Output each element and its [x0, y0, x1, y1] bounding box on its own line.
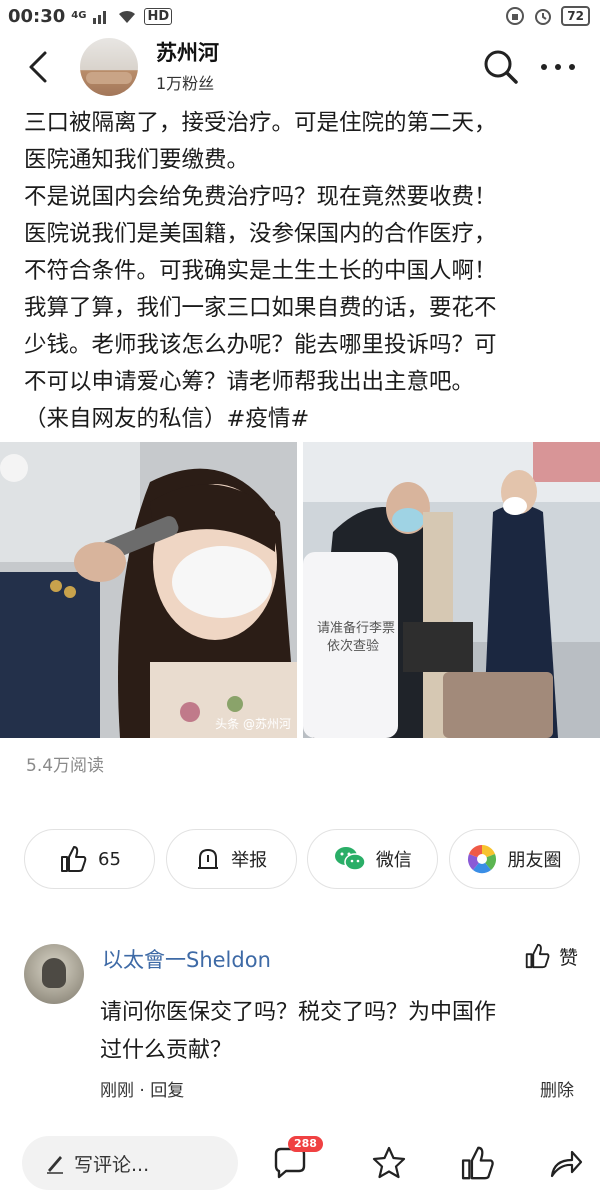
article-line: 不可以申请爱心筹？请老师帮我出出主意吧。 [24, 369, 475, 395]
article-line: 医院说我们是美国籍，没参保国内的合作医疗， [24, 221, 497, 247]
network-indicator: 4G [71, 10, 87, 21]
status-bar: 00:30 4G HD 72 [0, 0, 600, 32]
moments-share-button[interactable]: 朋友圈 [448, 829, 580, 889]
report-icon [198, 848, 219, 869]
wechat-label: 微信 [375, 850, 412, 871]
hd-indicator: HD [144, 7, 173, 25]
share-arrow-icon [550, 1150, 583, 1178]
moments-icon [468, 845, 497, 874]
article-line: 少钱。老师我该怎么办呢？能去哪里投诉吗？可 [24, 332, 497, 358]
comment-count-badge: 288 [288, 1136, 323, 1152]
wifi-icon [119, 10, 136, 23]
search-button[interactable] [482, 48, 520, 86]
pencil-icon [47, 1156, 63, 1174]
share-button[interactable] [546, 1144, 584, 1182]
like-button[interactable]: 65 [24, 829, 155, 889]
image-watermark: 头条 @苏州河 [215, 717, 291, 731]
sign-text-1: 请准备行李票 [317, 620, 395, 636]
article-image-right[interactable]: 请准备行李票 依次查验 [303, 442, 600, 738]
bottom-like-button[interactable] [458, 1144, 496, 1182]
more-button[interactable] [538, 48, 578, 86]
comment-meta[interactable]: 刚刚 · 回复 [100, 1076, 184, 1101]
read-count: 5.4万阅读 [26, 756, 105, 776]
comment-like-button[interactable]: 赞 [523, 942, 578, 970]
comment-delete-button[interactable]: 删除 [540, 1076, 574, 1101]
comment-text: 请问你医保交了吗？税交了吗？为中国作 过什么贡献？ [100, 994, 580, 1070]
write-comment-placeholder: 写评论... [74, 1153, 150, 1176]
header: 苏州河 1万粉丝 [0, 32, 600, 102]
airport-photo: 请准备行李票 依次查验 [303, 442, 600, 738]
article-line: 医院通知我们要缴费。 [24, 147, 250, 173]
search-icon [484, 50, 518, 84]
author-info[interactable]: 苏州河 1万粉丝 [156, 40, 219, 94]
comment-text-line: 过什么贡献？ [100, 1038, 233, 1063]
article-body: 我被隔离了，医院就被通知我们一家三口都需要隔离 三口被隔离了，接受治疗。可是住院… [24, 96, 580, 432]
article-line: 我算了算，我们一家三口如果自费的话，要花不 [24, 295, 497, 321]
thumbs-up-icon [525, 943, 550, 969]
author-name: 苏州河 [156, 41, 219, 65]
woman-mask-photo [0, 442, 297, 738]
chevron-left-icon [29, 51, 47, 83]
article-line: 三口被隔离了，接受治疗。可是住院的第二天， [24, 110, 497, 136]
author-avatar[interactable] [80, 38, 138, 96]
thumbs-up-icon [461, 1146, 494, 1180]
commenter-avatar[interactable] [24, 944, 84, 1004]
write-comment-input[interactable]: 写评论... [22, 1136, 238, 1190]
thumbs-up-icon [61, 846, 87, 872]
article-line: （来自网友的私信）#疫情# [24, 406, 310, 432]
moments-label: 朋友圈 [507, 850, 562, 871]
favorite-button[interactable] [370, 1144, 408, 1182]
comment-text-line: 请问你医保交了吗？税交了吗？为中国作 [100, 1000, 497, 1025]
status-time: 00:30 [8, 5, 66, 27]
like-count: 65 [98, 848, 121, 870]
more-icon [541, 64, 575, 70]
back-button[interactable] [18, 47, 58, 87]
star-icon [372, 1146, 406, 1179]
signal-icon [93, 11, 107, 24]
commenter-name[interactable]: 以太會一Sheldon [102, 944, 271, 974]
article-image-left[interactable]: 头条 @苏州河 [0, 442, 297, 738]
article-clipped-line: 我被隔离了，医院就被通知我们一家三口都需要隔离 [24, 96, 580, 105]
comment-like-label: 赞 [558, 946, 578, 969]
wechat-share-button[interactable]: 微信 [307, 829, 439, 889]
wechat-icon [334, 847, 366, 871]
report-button[interactable]: 举报 [165, 829, 297, 889]
action-bar: 65 举报 微信 朋友圈 [24, 829, 580, 889]
follower-count: 1万粉丝 [156, 74, 215, 93]
sign-text-2: 依次查验 [327, 638, 379, 654]
rotation-lock-icon [506, 7, 525, 25]
bottom-bar: 写评论... 288 [0, 1130, 600, 1200]
article-line: 不符合条件。可我确实是土生土长的中国人啊！ [24, 258, 497, 284]
report-label: 举报 [231, 850, 268, 871]
article-line: 不是说国内会给免费治疗吗？现在竟然要收费！ [24, 184, 497, 210]
battery-indicator: 72 [561, 6, 590, 26]
alarm-icon [535, 9, 552, 25]
